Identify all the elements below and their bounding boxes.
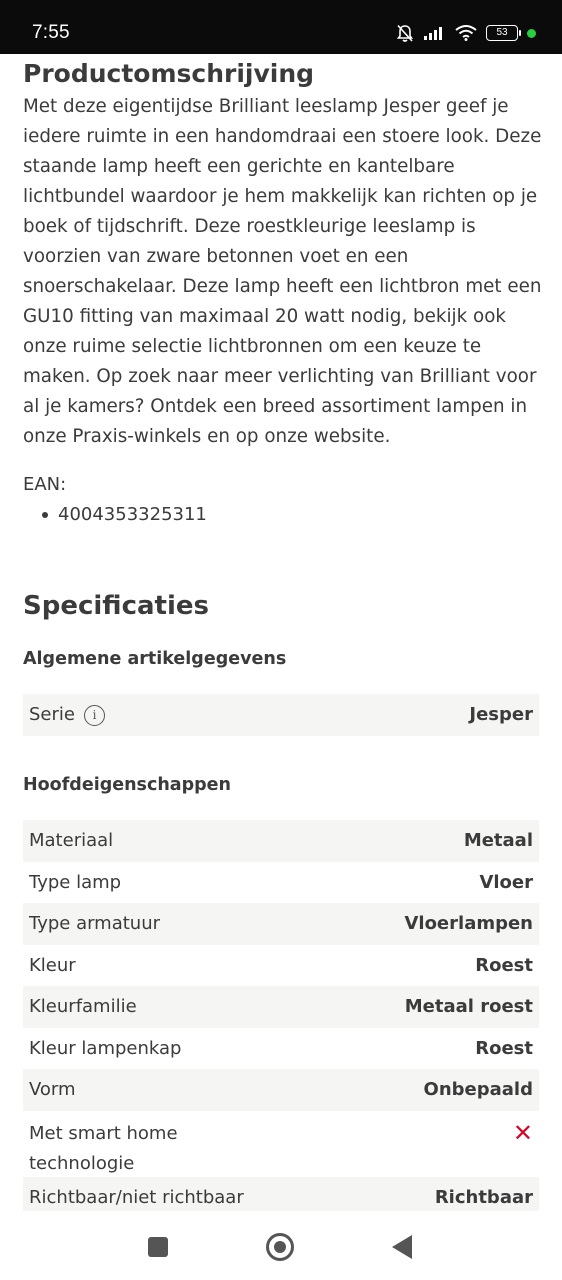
ean-value: 4004353325311 — [58, 504, 207, 525]
spec-label: Vorm — [29, 1079, 76, 1101]
spec-group-title-general: Algemene artikelgegevens — [23, 649, 287, 669]
status-time: 7:55 — [32, 22, 70, 43]
spec-label: Materiaal — [29, 830, 114, 852]
specs-heading: Specificaties — [23, 591, 209, 621]
spec-value: Metaal roest — [404, 996, 533, 1018]
spec-label: Kleurfamilie — [29, 996, 137, 1018]
back-icon[interactable] — [392, 1235, 412, 1259]
spec-label: Type armatuur — [29, 913, 161, 935]
spec-value: Metaal — [463, 830, 533, 852]
notification-dot-icon — [527, 28, 536, 38]
status-icons: 53 — [395, 23, 536, 43]
spec-row-kleurfamilie: Kleurfamilie Metaal roest — [23, 986, 539, 1028]
spec-table-main: Materiaal Metaal Type lamp Vloer Type ar… — [23, 820, 539, 1211]
spec-label: Serie i — [29, 704, 105, 726]
spec-label: Richtbaar/niet richtbaar — [29, 1186, 244, 1208]
spec-row-richtbaar: Richtbaar/niet richtbaar Richtbaar — [23, 1176, 539, 1211]
spec-row-vorm: Vorm Onbepaald — [23, 1069, 539, 1111]
ean-label: EAN: — [23, 474, 67, 495]
spec-label: Met smart home technologie — [29, 1122, 178, 1174]
battery-icon: 53 — [486, 25, 521, 41]
description-heading: Productomschrijving — [23, 59, 315, 88]
spec-value: Vloerlampen — [404, 913, 533, 935]
spec-value: Onbepaald — [423, 1079, 533, 1101]
navigation-bar — [0, 1211, 562, 1280]
spec-group-title-main: Hoofdeigenschappen — [23, 775, 231, 795]
ean-list-item: 4004353325311 — [23, 504, 207, 525]
info-icon[interactable]: i — [83, 704, 105, 726]
status-bar: 7:55 53 — [0, 0, 562, 54]
bullet-icon — [42, 511, 48, 518]
signal-icon — [424, 27, 442, 40]
description-text: Met deze eigentijdse Brilliant leeslamp … — [23, 96, 542, 447]
spec-value: Vloer — [479, 871, 533, 893]
spec-value: Roest — [475, 1037, 533, 1059]
spec-label: Kleur — [29, 954, 76, 976]
spec-label: Type lamp — [29, 871, 122, 893]
spec-table-general: Serie i Jesper — [23, 694, 539, 736]
cross-icon: ✕ — [512, 1118, 533, 1147]
bell-off-icon — [396, 24, 414, 42]
product-content[interactable]: Productomschrijving Met deze eigentijdse… — [0, 54, 562, 1211]
recent-apps-icon[interactable] — [148, 1237, 168, 1257]
spec-row-smart-home: Met smart home technologie ✕ — [23, 1111, 539, 1177]
spec-label: Kleur lampenkap — [29, 1037, 182, 1059]
spec-row-materiaal: Materiaal Metaal — [23, 820, 539, 862]
home-icon[interactable] — [266, 1233, 294, 1261]
spec-row-type-lamp: Type lamp Vloer — [23, 862, 539, 904]
wifi-icon — [455, 25, 477, 41]
spec-value: Richtbaar — [434, 1186, 533, 1208]
spec-row-kleur-lampenkap: Kleur lampenkap Roest — [23, 1028, 539, 1070]
spec-row-kleur: Kleur Roest — [23, 945, 539, 987]
spec-row-serie: Serie i Jesper — [23, 694, 539, 736]
spec-value: Jesper — [469, 704, 533, 726]
spec-row-type-armatuur: Type armatuur Vloerlampen — [23, 903, 539, 945]
spec-value: Roest — [475, 954, 533, 976]
